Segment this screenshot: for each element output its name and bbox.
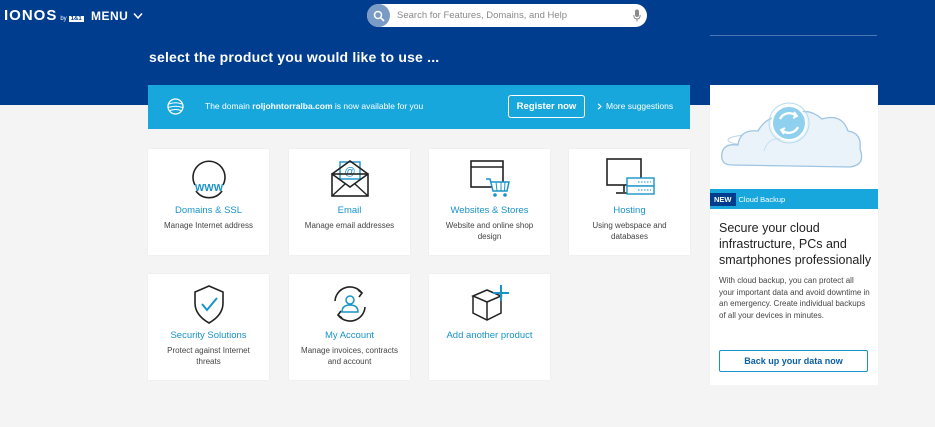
- envelope-icon: @: [330, 160, 369, 197]
- card-description: Manage invoices, contracts and account: [301, 346, 398, 366]
- more-suggestions-link[interactable]: More suggestions: [597, 101, 673, 111]
- product-card-hosting[interactable]: Hosting Using webspace and databases: [569, 149, 690, 255]
- globe-www-icon: WWW: [191, 160, 226, 199]
- promo-product-name: Cloud Backup: [738, 194, 786, 204]
- search-icon-button[interactable]: [367, 4, 390, 27]
- monitor-server-icon: [605, 158, 655, 195]
- cloud-backup-promo: NEW Cloud Backup Secure your cloud infra…: [710, 85, 878, 385]
- card-description: Using webspace and databases: [592, 221, 667, 241]
- search-icon: [373, 10, 385, 22]
- card-title: Security Solutions: [170, 330, 247, 341]
- promo-heading: Secure your cloud infrastructure, PCs an…: [719, 221, 872, 267]
- domain-available-banner: The domain roljohntorralba.com is now av…: [148, 85, 690, 129]
- promo-body-text: With cloud backup, you can protect all y…: [719, 276, 870, 320]
- more-suggestions-label: More suggestions: [606, 101, 674, 111]
- product-card-websites[interactable]: Websites & Stores Website and online sho…: [429, 149, 550, 255]
- cloud-sync-illustration: [721, 102, 863, 168]
- product-card-my-account[interactable]: My Account Manage invoices, contracts an…: [289, 274, 410, 380]
- card-title: Hosting: [613, 205, 646, 216]
- card-description: Manage email addresses: [304, 221, 395, 230]
- chevron-down-icon: [133, 13, 143, 20]
- user-cycle-icon: [333, 286, 366, 322]
- ionos-logo[interactable]: IONOS by 1&1: [4, 7, 84, 24]
- search-input[interactable]: [397, 10, 622, 21]
- svg-text:@: @: [344, 166, 355, 178]
- card-title: Websites & Stores: [450, 205, 529, 216]
- page-title: select the product you would like to use…: [149, 49, 440, 65]
- card-title: Email: [337, 205, 362, 216]
- menu-label: MENU: [91, 9, 129, 23]
- product-card-domains[interactable]: WWW Domains & SSL Manage Internet addres…: [148, 149, 269, 255]
- register-now-button[interactable]: Register now: [508, 95, 585, 118]
- browser-cart-icon: [469, 160, 510, 197]
- chevron-right-icon: [597, 102, 602, 110]
- card-title: My Account: [324, 330, 375, 341]
- card-description: Manage Internet address: [164, 221, 253, 230]
- banner-text-after: is now available for you: [332, 101, 424, 111]
- available-domain: roljohntorralba.com: [252, 101, 333, 111]
- product-card-security[interactable]: Security Solutions Protect against Inter…: [148, 274, 269, 380]
- card-description: Protect against Internet threats: [167, 346, 250, 366]
- product-card-add-another[interactable]: Add another product: [429, 274, 550, 380]
- card-title: Domains & SSL: [174, 205, 243, 216]
- search-bar[interactable]: [367, 4, 647, 27]
- product-card-email[interactable]: @ Email Manage email addresses: [289, 149, 410, 255]
- globe-icon: [167, 98, 184, 115]
- menu-button[interactable]: MENU: [91, 9, 143, 23]
- logo-by: by: [60, 16, 67, 22]
- card-description: Website and online shop design: [445, 221, 534, 241]
- banner-text-before: The domain: [205, 101, 253, 111]
- banner-message: The domain roljohntorralba.com is now av…: [205, 101, 423, 111]
- card-title: Add another product: [446, 330, 533, 341]
- back-up-data-button[interactable]: Back up your data now: [719, 350, 868, 372]
- logo-text: IONOS: [4, 7, 58, 24]
- microphone-icon[interactable]: [633, 9, 641, 22]
- promo-label-strip: NEW Cloud Backup: [710, 189, 878, 209]
- box-plus-icon: [470, 285, 509, 321]
- logo-badge: 1&1: [68, 16, 84, 22]
- svg-text:WWW: WWW: [194, 183, 223, 194]
- top-navigation-bar: IONOS by 1&1 MENU: [0, 0, 935, 32]
- new-badge: NEW: [710, 192, 736, 206]
- shield-check-icon: [193, 285, 224, 324]
- header-divider: [710, 35, 877, 36]
